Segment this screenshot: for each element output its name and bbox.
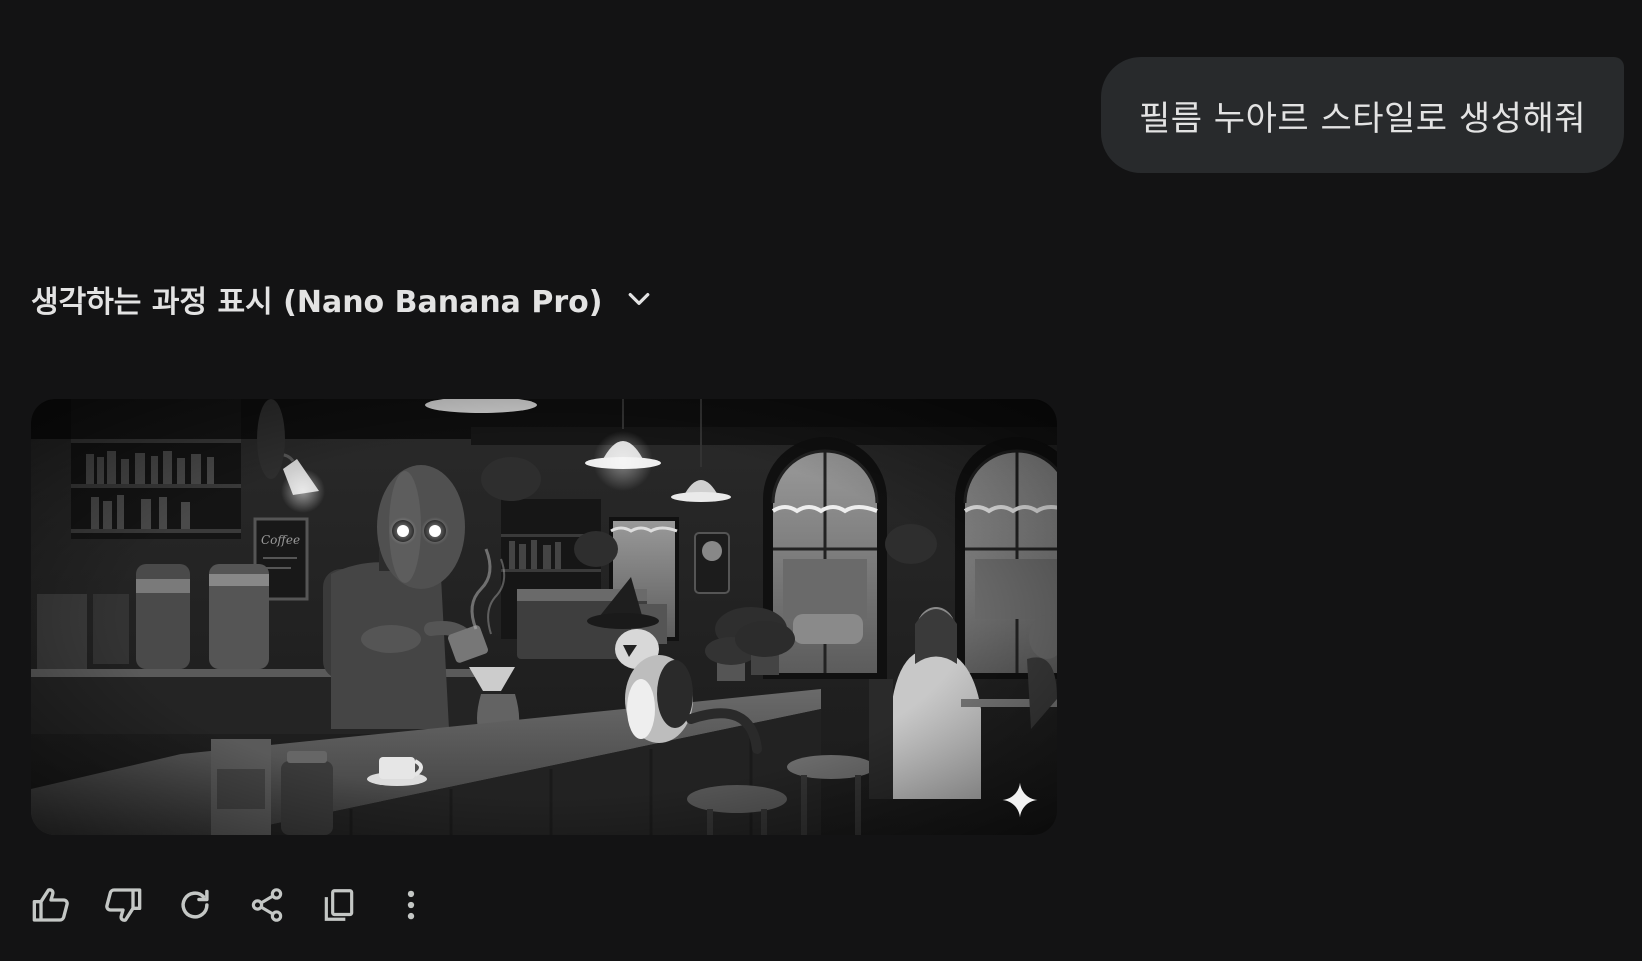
thumbs-up-icon [32, 888, 69, 922]
share-button[interactable] [246, 884, 288, 926]
redo-icon [181, 889, 209, 919]
share-icon [251, 888, 283, 922]
chevron-down-icon [624, 284, 654, 314]
regenerate-button[interactable] [174, 884, 216, 926]
sparkle-icon [1002, 782, 1038, 818]
more-vert-icon [407, 890, 415, 920]
generated-image[interactable]: Coffee [31, 399, 1057, 835]
copy-icon [324, 889, 354, 921]
show-thinking-toggle[interactable]: 생각하는 과정 표시 (Nano Banana Pro) [31, 274, 654, 324]
noir-cafe-illustration: Coffee [31, 399, 1057, 835]
thumbs-down-icon [105, 888, 142, 922]
copy-button[interactable] [318, 884, 360, 926]
more-options-button[interactable] [390, 884, 432, 926]
user-prompt-bubble: 필름 누아르 스타일로 생성해줘 [1100, 57, 1624, 173]
thumbs-down-button[interactable] [102, 884, 144, 926]
response-actions [30, 884, 432, 926]
thumbs-up-button[interactable] [30, 884, 72, 926]
show-thinking-label: 생각하는 과정 표시 (Nano Banana Pro) [31, 285, 603, 320]
user-prompt-text: 필름 누아르 스타일로 생성해줘 [1138, 98, 1586, 139]
